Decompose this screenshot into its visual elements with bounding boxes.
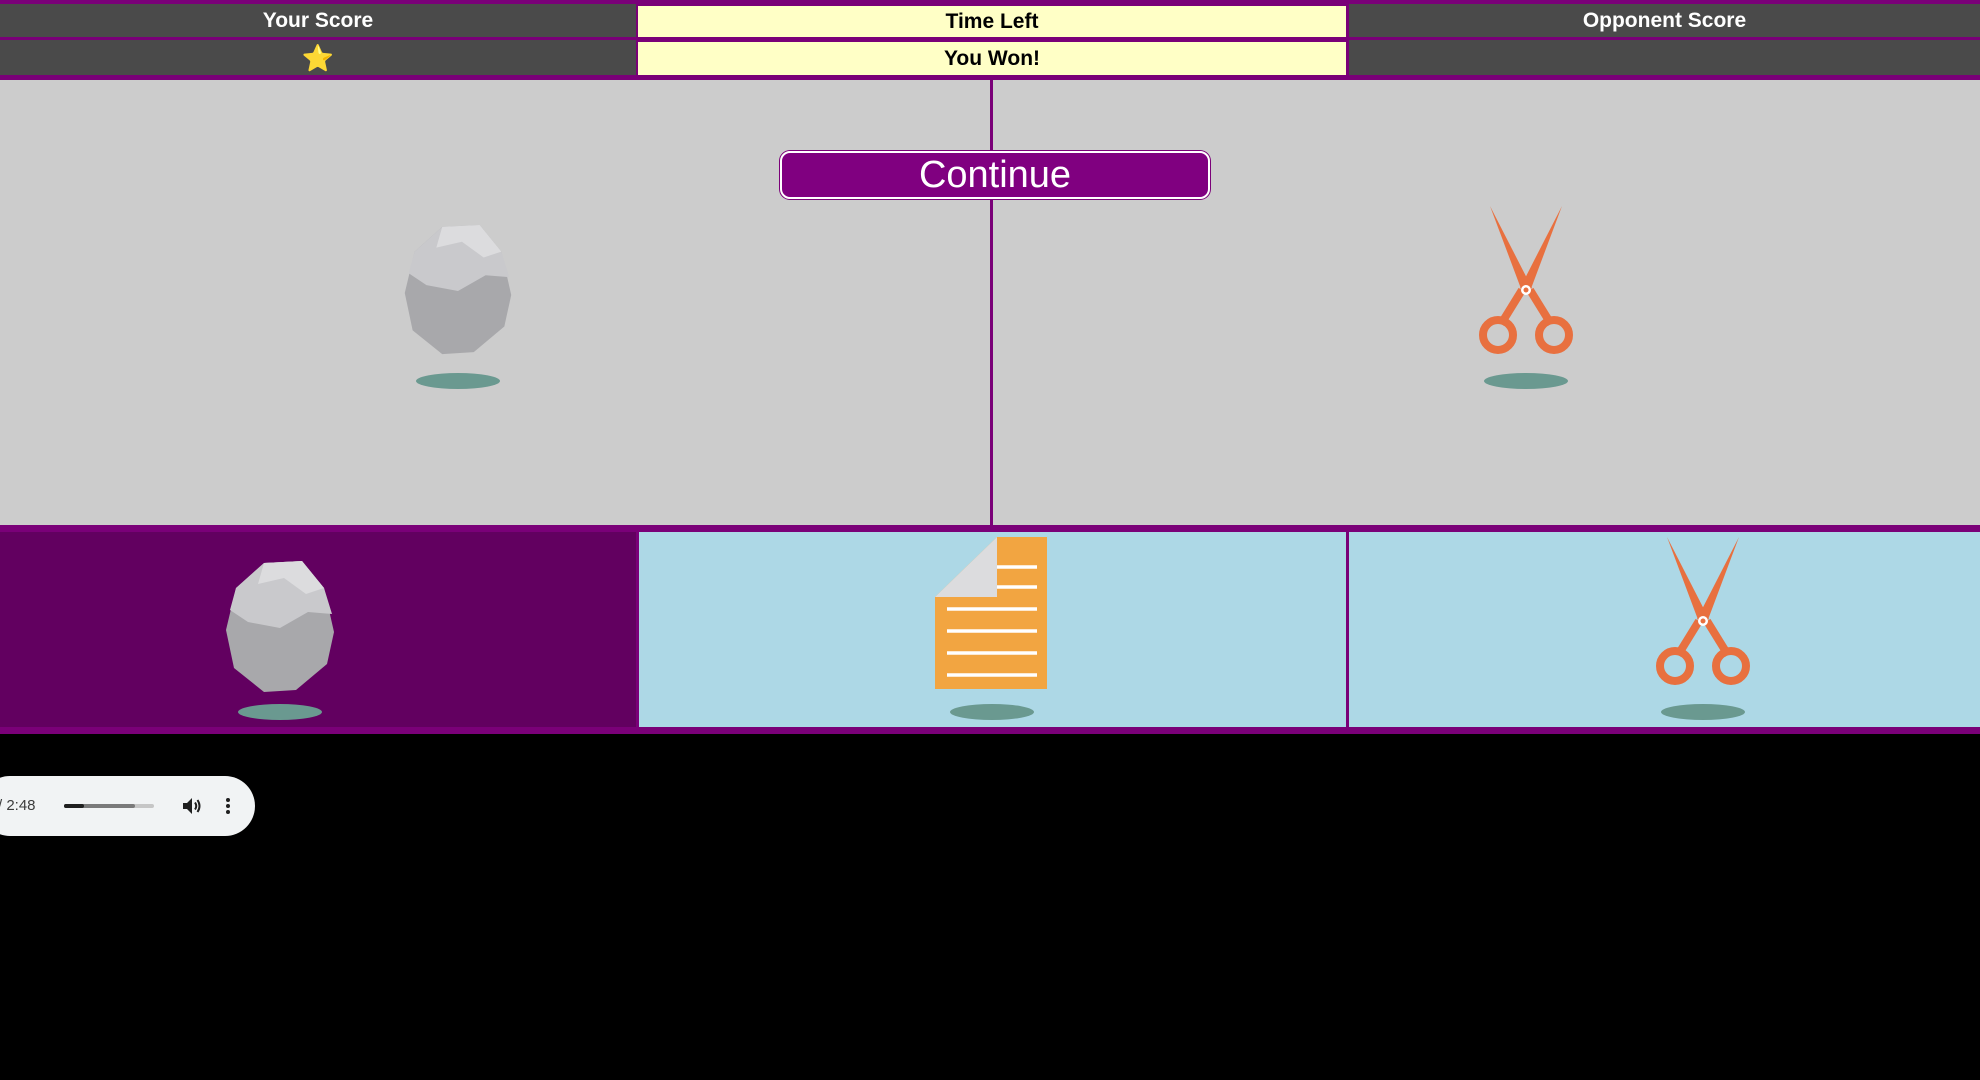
scissors-icon [1653,536,1753,688]
audio-progress-bar[interactable] [64,804,154,808]
opponent-score-label: Opponent Score [1349,4,1980,37]
opponent-score-value [1349,40,1980,75]
continue-button[interactable]: Continue [780,151,1210,199]
your-score-label: Your Score [0,4,636,37]
shadow [950,704,1034,720]
more-options-icon[interactable] [216,794,240,818]
rock-icon [402,222,514,360]
game-status: You Won! [638,42,1346,75]
audio-played [64,804,84,808]
star-icon: ⭐ [301,42,335,73]
choice-paper-button[interactable] [639,532,1346,727]
choice-scissors-button[interactable] [1349,532,1980,727]
scoreboard: Your Score Time Left Opponent Score ⭐ Yo… [0,0,1980,80]
shadow [416,373,500,389]
shadow [1661,704,1745,720]
your-score-value: ⭐ [0,40,636,75]
paper-icon [935,537,1047,689]
rock-icon [224,558,336,698]
audio-time: / 2:48 [0,797,36,814]
scissors-icon [1476,205,1576,357]
choice-bar [0,528,1980,734]
volume-icon[interactable] [180,794,204,818]
arena-divider [990,80,993,527]
shadow [1484,373,1568,389]
choice-rock-button[interactable] [0,532,636,727]
audio-player: / 2:48 [0,776,255,836]
time-left-label: Time Left [638,6,1346,37]
game-screen: Your Score Time Left Opponent Score ⭐ Yo… [0,0,1980,1080]
shadow [238,704,322,720]
